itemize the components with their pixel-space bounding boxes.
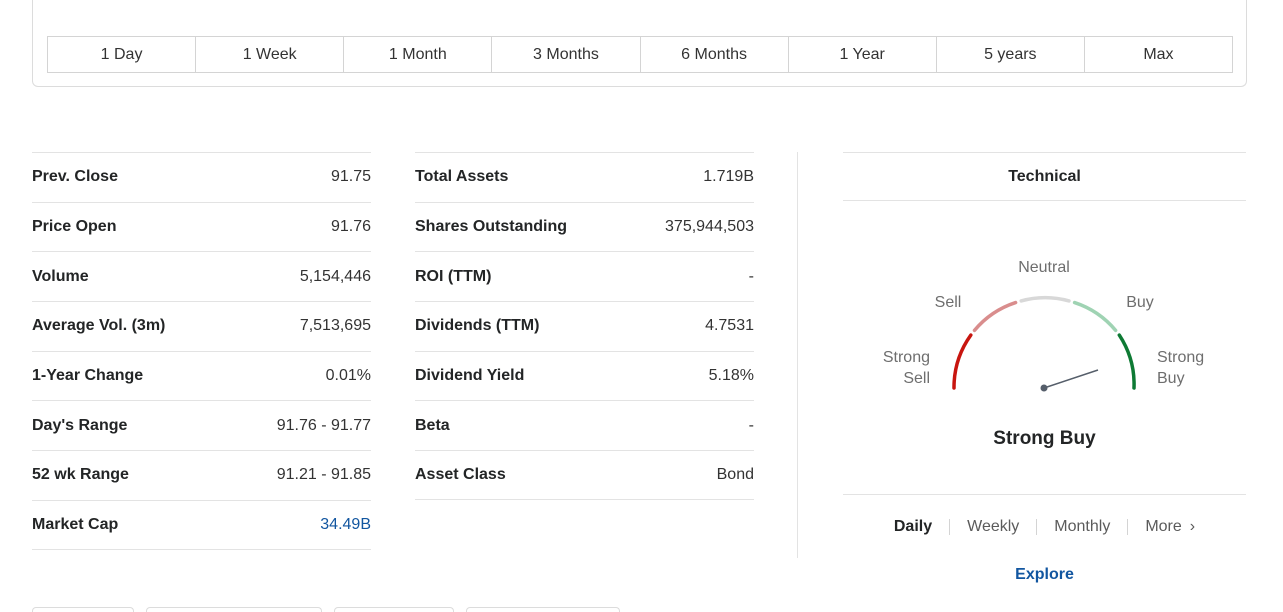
tab-monthly[interactable]: Monthly — [1037, 519, 1129, 535]
tab-more-label: More — [1145, 518, 1182, 535]
tab-weekly[interactable]: Weekly — [950, 519, 1038, 535]
range-max-button[interactable]: Max — [1085, 37, 1232, 72]
stat-label: Shares Outstanding — [415, 218, 568, 236]
bottom-tab[interactable] — [334, 607, 454, 612]
range-1-week-button[interactable]: 1 Week — [196, 37, 345, 72]
gauge-label-strong-sell-line2: Sell — [903, 370, 930, 387]
stat-label: ROI (TTM) — [415, 267, 492, 285]
stat-row-beta: Beta - — [415, 400, 754, 450]
gauge-arc-sell — [972, 300, 1018, 333]
stat-label: Volume — [32, 267, 89, 285]
time-range-selector: 1 Day 1 Week 1 Month 3 Months 6 Months 1… — [47, 36, 1233, 73]
bottom-tab[interactable] — [466, 607, 620, 612]
market-cap-link[interactable]: 34.49B — [320, 516, 371, 534]
stat-value: 0.01% — [325, 367, 371, 385]
stat-label: 52 wk Range — [32, 466, 129, 484]
stat-row-shares-outstanding: Shares Outstanding 375,944,503 — [415, 201, 754, 252]
stat-row-dividend-yield: Dividend Yield 5.18% — [415, 350, 754, 401]
tab-daily[interactable]: Daily — [877, 519, 951, 535]
bottom-tab[interactable] — [146, 607, 322, 612]
stat-row-asset-class: Asset Class Bond — [415, 450, 754, 500]
price-chart-card: 1 Day 1 Week 1 Month 3 Months 6 Months 1… — [32, 0, 1247, 87]
stat-label: Day's Range — [32, 416, 128, 434]
gauge-needle — [1043, 369, 1099, 389]
stat-value: 5.18% — [708, 367, 754, 385]
stat-label: Beta — [415, 416, 450, 434]
explore-link[interactable]: Explore — [843, 566, 1246, 584]
stat-row-volume: Volume 5,154,446 — [32, 251, 371, 301]
gauge-arc-neutral — [1019, 295, 1071, 303]
stat-label: Total Assets — [415, 168, 509, 186]
period-divider — [843, 494, 1246, 495]
technical-period-tabs: Daily Weekly Monthly More › — [843, 512, 1246, 542]
stat-row-total-assets: Total Assets 1.719B — [415, 152, 754, 202]
range-5-years-button[interactable]: 5 years — [937, 37, 1085, 72]
stat-label: 1-Year Change — [32, 367, 144, 385]
gauge-label-sell: Sell — [935, 294, 962, 311]
stat-label: Price Open — [32, 218, 117, 236]
stat-value: 91.21 - 91.85 — [276, 466, 371, 484]
stat-row-52-wk-range: 52 wk Range 91.21 - 91.85 — [32, 450, 371, 500]
gauge-needle-pivot — [1040, 384, 1048, 392]
stat-label: Dividend Yield — [415, 367, 525, 385]
bottom-tab[interactable] — [32, 607, 134, 612]
stat-label: Asset Class — [415, 465, 506, 483]
range-1-day-button[interactable]: 1 Day — [48, 37, 197, 72]
stat-row-days-range: Day's Range 91.76 - 91.77 — [32, 400, 371, 450]
gauge-label-neutral: Neutral — [1018, 259, 1070, 276]
stat-row-roi-ttm: ROI (TTM) - — [415, 251, 754, 301]
stat-row-prev-close: Prev. Close 91.75 — [32, 152, 371, 202]
stat-row-market-cap: Market Cap 34.49B — [32, 499, 371, 550]
technical-summary: Strong Buy — [993, 428, 1096, 449]
chevron-right-icon: › — [1189, 518, 1196, 535]
key-stats-left: Prev. Close 91.75 Price Open 91.76 Volum… — [32, 152, 371, 550]
technical-title: Technical — [843, 152, 1246, 201]
stat-row-1-year-change: 1-Year Change 0.01% — [32, 350, 371, 401]
stat-label: Dividends (TTM) — [415, 317, 540, 335]
stat-label: Market Cap — [32, 515, 119, 533]
gauge-arc-buy — [1072, 300, 1118, 333]
stat-value: Bond — [716, 465, 754, 483]
range-3-months-button[interactable]: 3 Months — [492, 37, 641, 72]
stat-value: 375,944,503 — [665, 218, 754, 236]
stat-value: 5,154,446 — [299, 267, 371, 285]
range-6-months-button[interactable]: 6 Months — [641, 37, 789, 72]
stat-value: 7,513,695 — [299, 317, 371, 335]
stat-value: 1.719B — [703, 168, 754, 186]
tab-more[interactable]: More › — [1128, 519, 1212, 535]
stat-label: Average Vol. (3m) — [32, 317, 166, 335]
gauge-label-strong-buy-line2: Buy — [1157, 370, 1185, 387]
stat-value: 91.76 — [330, 218, 371, 236]
stat-value: - — [748, 267, 754, 285]
gauge-arc-strong-sell — [952, 333, 973, 390]
gauge-label-strong-buy-line1: Strong — [1157, 349, 1204, 366]
gauge-label-strong-sell-line1: Strong — [883, 349, 930, 366]
stat-value: 91.75 — [330, 168, 371, 186]
stat-row-price-open: Price Open 91.76 — [32, 201, 371, 252]
stat-row-average-volume: Average Vol. (3m) 7,513,695 — [32, 301, 371, 351]
gauge-arc-strong-buy — [1117, 333, 1136, 390]
stat-value: 91.76 - 91.77 — [276, 416, 371, 434]
stat-row-dividends-ttm: Dividends (TTM) 4.7531 — [415, 301, 754, 351]
stat-value: - — [748, 416, 754, 434]
bottom-tab-strip — [32, 607, 620, 612]
stat-value: 4.7531 — [705, 317, 754, 335]
key-stats-right: Total Assets 1.719B Shares Outstanding 3… — [415, 152, 754, 500]
technical-gauge: Neutral Sell Buy Strong Sell Strong Buy — [883, 259, 1204, 392]
range-1-month-button[interactable]: 1 Month — [344, 37, 493, 72]
range-1-year-button[interactable]: 1 Year — [789, 37, 937, 72]
gauge-label-buy: Buy — [1126, 294, 1154, 311]
stat-label: Prev. Close — [32, 168, 118, 186]
column-divider — [797, 152, 798, 558]
